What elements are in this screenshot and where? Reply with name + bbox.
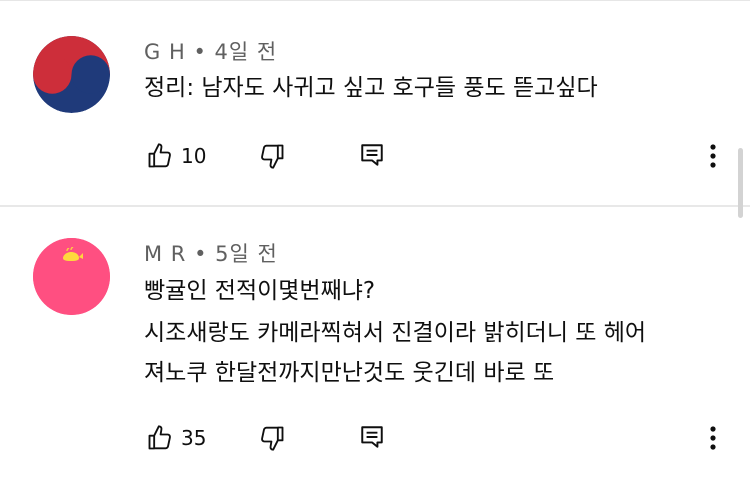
taegeuk-avatar-icon xyxy=(33,36,110,113)
more-vert-icon xyxy=(710,144,716,168)
thumbs-down-icon xyxy=(261,144,284,169)
reply-button[interactable] xyxy=(359,424,385,450)
comment-line: 빵귤인 전적이몇번째냐? xyxy=(144,278,376,304)
whale-avatar-icon xyxy=(33,238,110,315)
more-vert-icon xyxy=(710,426,716,450)
meta-separator: • xyxy=(193,40,207,64)
more-options-button[interactable] xyxy=(707,142,719,170)
author-name[interactable]: G H xyxy=(144,40,186,64)
like-count: 35 xyxy=(181,426,207,450)
comment-meta: G H • 4일 전 xyxy=(144,36,277,66)
thumbs-up-icon xyxy=(148,143,171,168)
comment-meta: M R • 5일 전 xyxy=(144,238,278,268)
comment-time: 4일 전 xyxy=(214,40,278,64)
like-button[interactable]: 10 xyxy=(146,142,206,170)
more-options-button[interactable] xyxy=(707,424,719,452)
comment-line: 시조새랑도 카메라찍혀서 진결이라 밝히더니 또 헤어 xyxy=(144,320,647,346)
comment-actions: 10 xyxy=(0,136,750,176)
dislike-button[interactable] xyxy=(258,424,286,452)
reply-button[interactable] xyxy=(359,142,385,168)
like-count: 10 xyxy=(181,144,207,168)
avatar[interactable] xyxy=(33,238,110,315)
reply-icon xyxy=(361,426,383,448)
reply-icon xyxy=(361,144,383,166)
author-name[interactable]: M R xyxy=(144,242,186,266)
comment-line: 정리: 남자도 사귀고 싶고 호구들 풍도 뜯고싶다 xyxy=(144,75,598,101)
comment-time: 5일 전 xyxy=(215,242,278,266)
top-divider xyxy=(0,0,750,1)
like-button[interactable]: 35 xyxy=(146,424,206,452)
comment-line: 져노쿠 한달전까지만난것도 웃긴데 바로 또 xyxy=(144,360,555,386)
comment-text: 빵귤인 전적이몇번째냐? 시조새랑도 카메라찍혀서 진결이라 밝히더니 또 헤어… xyxy=(144,273,646,391)
comment-text: 정리: 남자도 사귀고 싶고 호구들 풍도 뜯고싶다 xyxy=(144,70,598,106)
avatar[interactable] xyxy=(33,36,110,113)
thumbs-down-icon xyxy=(261,426,284,451)
comment-divider xyxy=(0,205,750,207)
scrollbar[interactable] xyxy=(738,148,743,218)
dislike-button[interactable] xyxy=(258,142,286,170)
comment-actions: 35 xyxy=(0,420,750,460)
thumbs-up-icon xyxy=(148,425,171,450)
meta-separator: • xyxy=(194,242,208,266)
